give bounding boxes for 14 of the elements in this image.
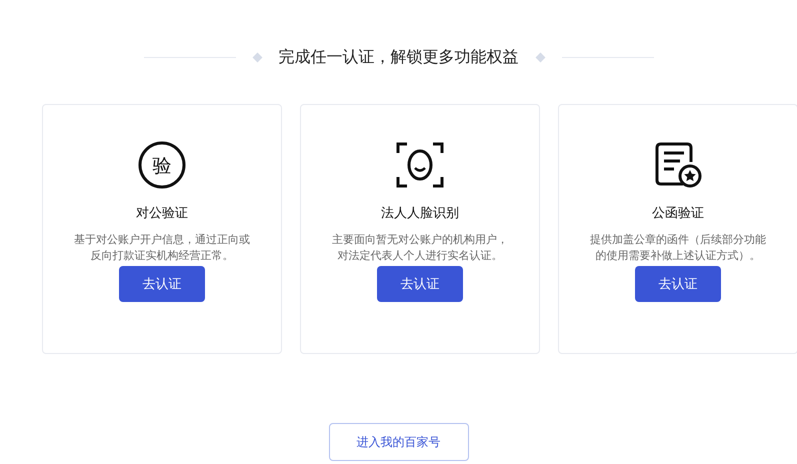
face-scan-icon [395,140,445,190]
verify-button[interactable]: 去认证 [635,266,721,302]
verify-button[interactable]: 去认证 [119,266,205,302]
enter-account-button[interactable]: 进入我的百家号 [328,423,468,461]
card-title: 对公验证 [136,205,188,222]
card-title: 法人人脸识别 [381,205,459,222]
card-title: 公函验证 [652,205,704,222]
card-description: 提供加盖公章的函件（后续部分功能的使用需要补做上述认证方式）。 [590,232,766,264]
card-description: 主要面向暂无对公账户的机构用户，对法定代表人个人进行实名认证。 [332,232,508,264]
section-heading: 完成任一认证，解锁更多功能权益 [278,46,518,68]
seal-icon: 验 [137,140,187,190]
verify-button[interactable]: 去认证 [377,266,463,302]
card-description: 基于对公账户开户信息，通过正向或反向打款证实机构经营正常。 [74,232,250,264]
document-star-icon [653,140,703,190]
